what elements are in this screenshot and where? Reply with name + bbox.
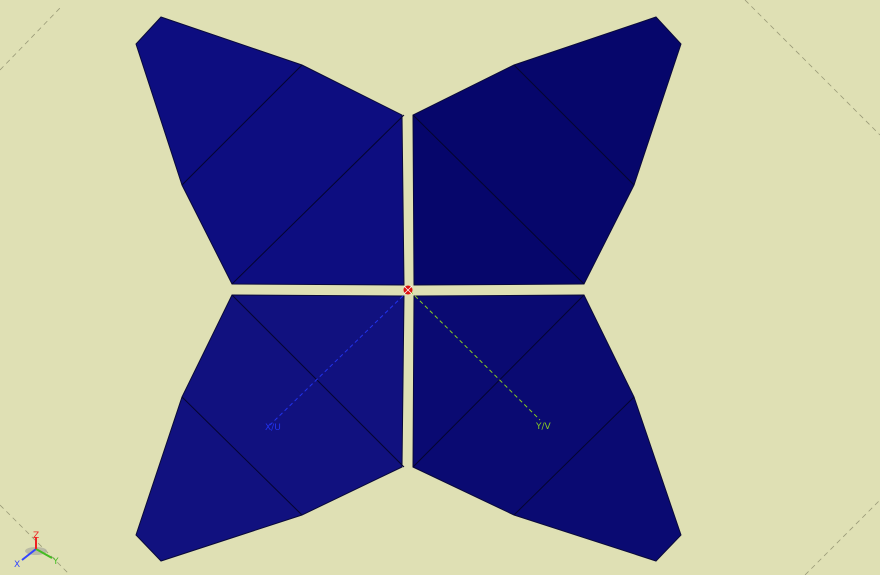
quadrant-upper-right-face[interactable] (412, 16, 682, 286)
x-axis-label: X/U (265, 423, 281, 433)
3d-viewport[interactable]: X/U Y/V X Y Z (0, 0, 880, 575)
reference-line-bottom-right (804, 499, 880, 575)
triad-x-label: X (14, 560, 20, 570)
origin-marker[interactable] (403, 285, 413, 295)
orientation-triad[interactable]: X Y Z (14, 531, 59, 570)
triad-z-label: Z (33, 531, 39, 541)
reference-line-top-right (744, 0, 880, 136)
quadrant-upper-left[interactable] (135, 16, 405, 286)
reference-line-top-left (0, 7, 61, 71)
y-axis-label: Y/V (535, 422, 552, 432)
quadrant-upper-left-face[interactable] (135, 16, 405, 286)
scene-canvas[interactable]: X/U Y/V X Y Z (0, 0, 880, 575)
triad-y-label: Y (52, 557, 59, 567)
quadrant-upper-right[interactable] (412, 16, 682, 286)
